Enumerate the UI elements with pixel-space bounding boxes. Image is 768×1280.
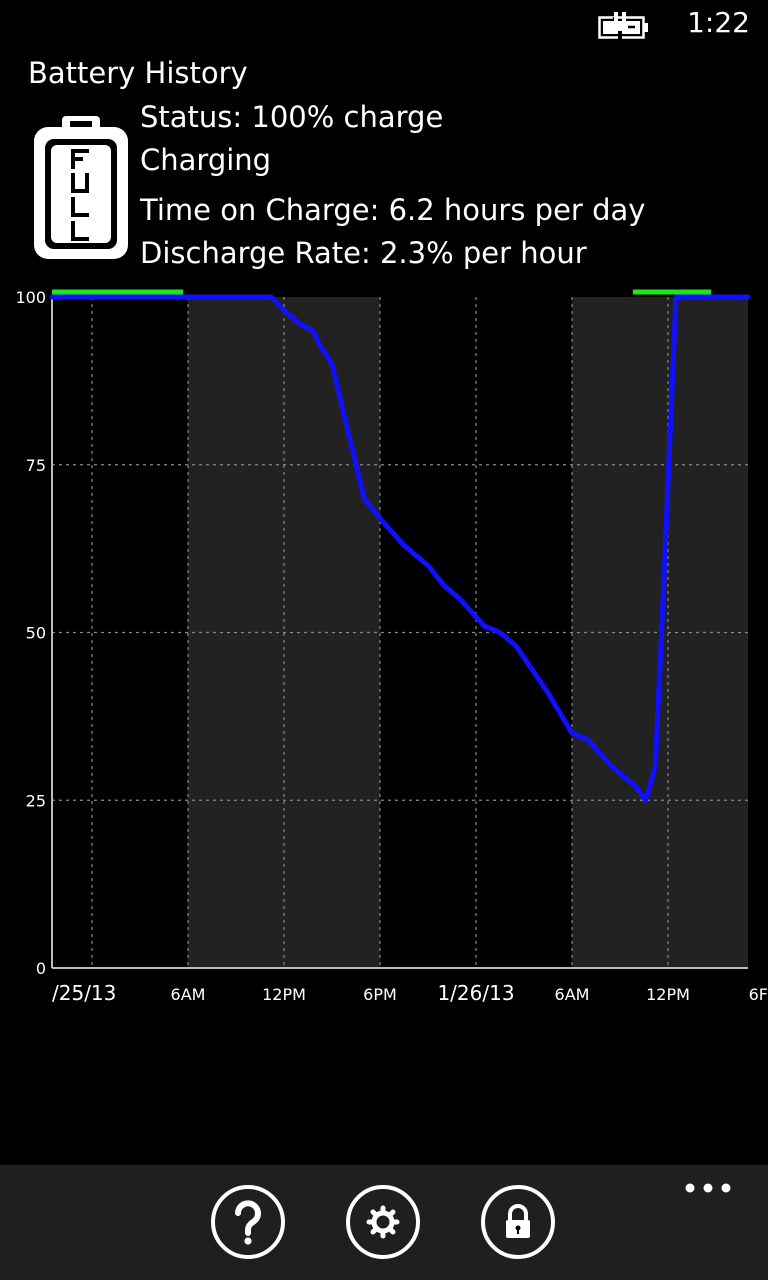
lock-icon	[506, 1204, 530, 1238]
y-tick-label: 100	[15, 288, 46, 307]
more-ellipsis-icon[interactable]	[680, 1175, 740, 1201]
x-tick-label: /25/13	[52, 981, 116, 1005]
settings-button[interactable]	[345, 1184, 421, 1260]
y-tick-label: 0	[36, 959, 46, 978]
x-tick-label: 6AM	[555, 985, 590, 1004]
status-bar: 1:22	[0, 0, 768, 50]
app-title: Battery History	[28, 56, 248, 90]
x-tick-label: 6F	[749, 985, 768, 1004]
discharge-rate-text: Discharge Rate: 2.3% per hour	[140, 236, 587, 270]
battery-full-icon	[34, 116, 128, 259]
y-tick-label: 50	[26, 624, 46, 643]
lock-button[interactable]	[480, 1184, 556, 1260]
clock: 1:22	[687, 6, 750, 39]
status-text: Status: 100% charge	[140, 100, 444, 134]
x-tick-label: 1/26/13	[437, 981, 514, 1005]
y-tick-label: 75	[26, 456, 46, 475]
battery-history-chart[interactable]: 100 75 50 25 0/25/13 6AM 12PM 6PM 1/26/13 6AM 12PM…	[0, 280, 768, 1020]
battery-charging-icon	[598, 12, 648, 39]
x-tick-label: 6PM	[363, 985, 397, 1004]
time-on-charge-text: Time on Charge: 6.2 hours per day	[140, 193, 646, 227]
x-tick-label: 12PM	[646, 985, 690, 1004]
help-icon	[235, 1200, 261, 1245]
x-tick-label: 12PM	[262, 985, 306, 1004]
settings-gear-icon	[366, 1205, 400, 1239]
app-bar	[0, 1165, 768, 1280]
charging-state-text: Charging	[140, 143, 272, 177]
help-button[interactable]	[210, 1184, 286, 1260]
y-tick-label: 25	[26, 791, 46, 810]
x-tick-label: 6AM	[171, 985, 206, 1004]
